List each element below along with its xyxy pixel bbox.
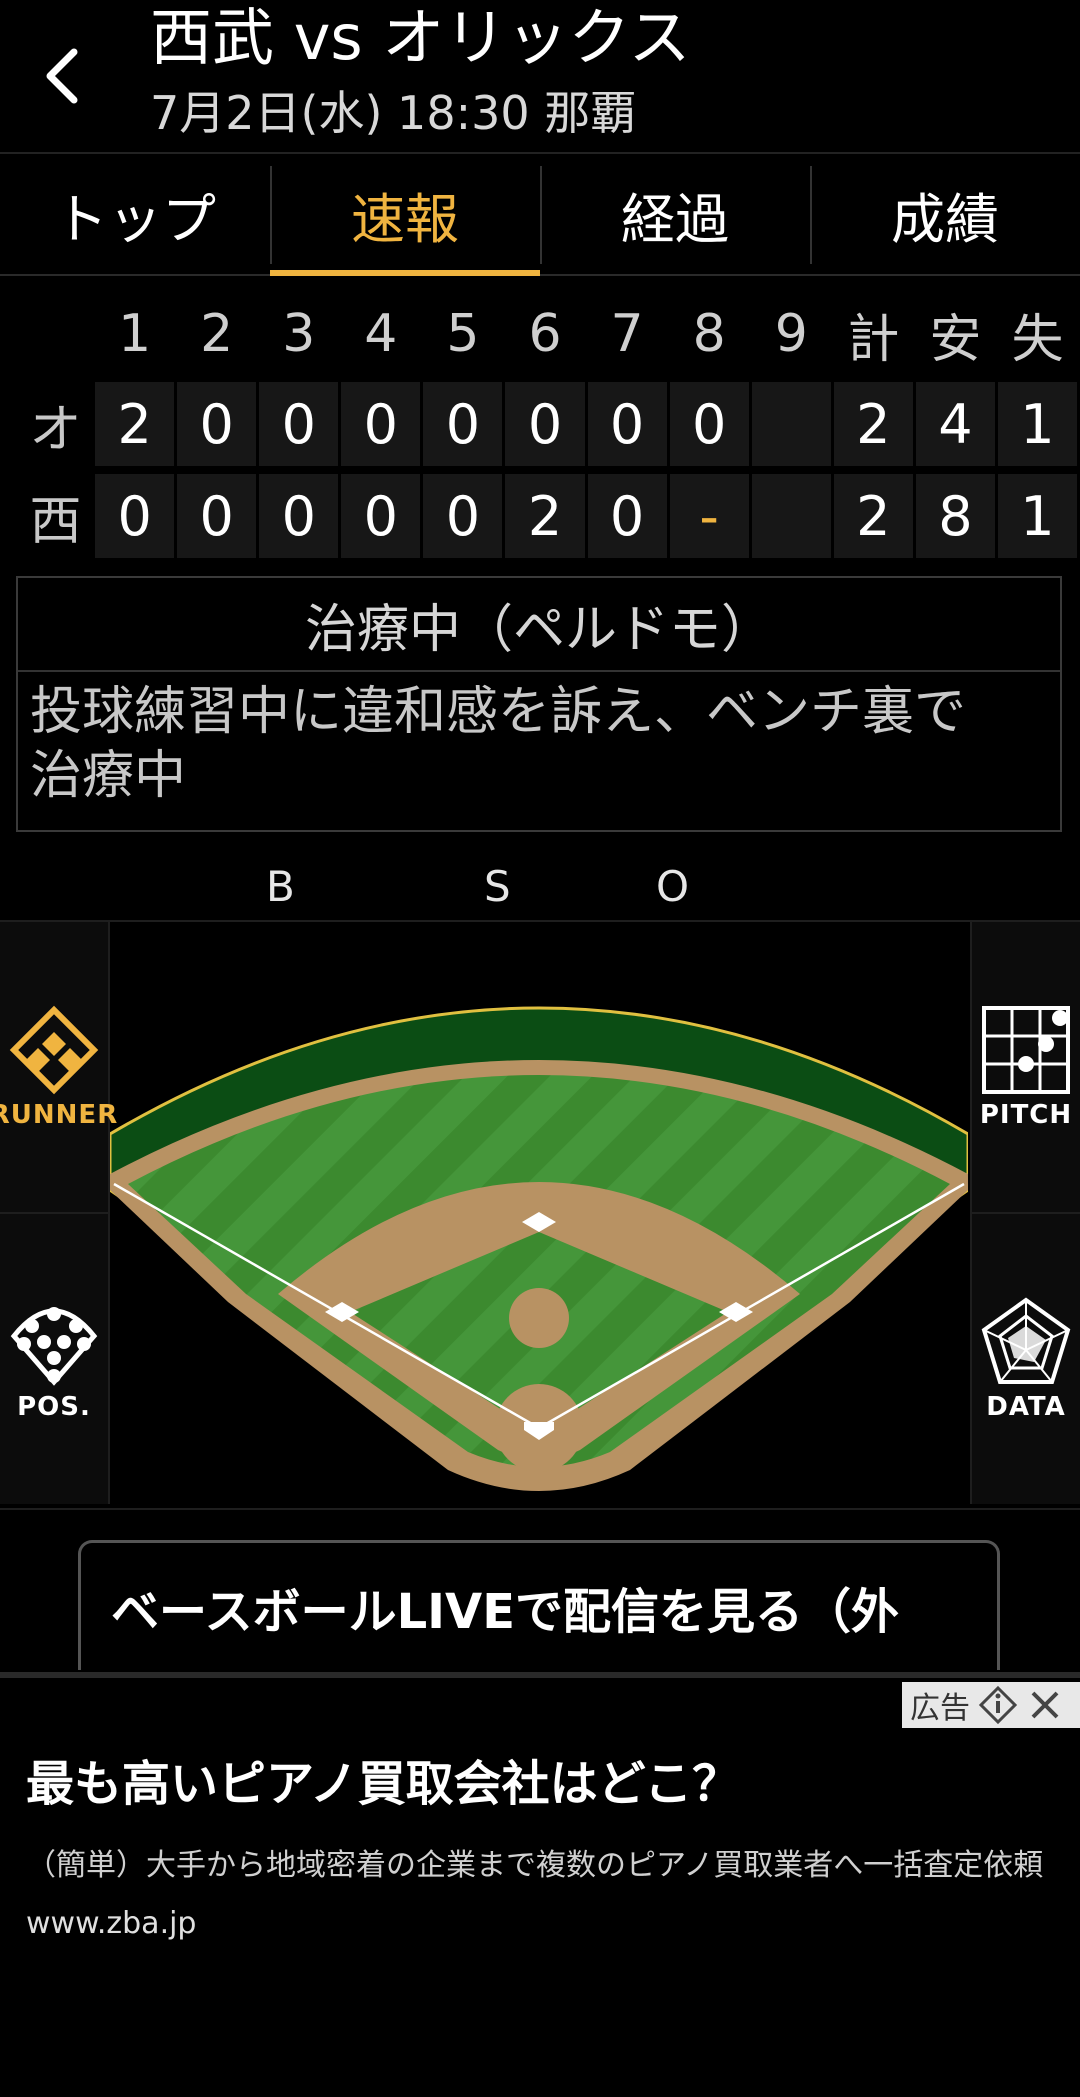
hits-cell: 8 <box>915 474 995 558</box>
score-cell: 0 <box>177 474 257 558</box>
baseball-field <box>110 1006 968 1491</box>
score-cell: 0 <box>423 382 503 466</box>
ad-badge-label: 広告 <box>910 1691 970 1726</box>
event-description-line: 投球練習中に違和感を訴え、ベンチ裏で <box>30 682 967 742</box>
team-label: 西 <box>29 491 82 552</box>
hits-cell: 4 <box>915 382 995 466</box>
total-runs-cell: 2 <box>833 382 913 466</box>
field-panel: RUNNER POS. PITCH DATA <box>0 920 1080 1510</box>
runner-button-label: RUNNER <box>0 1100 119 1130</box>
inning-header: 4 <box>364 304 398 364</box>
inning-header: 9 <box>774 304 808 364</box>
score-cell: - <box>669 474 749 558</box>
strike-label: S <box>484 862 511 911</box>
pitchers-mound <box>509 1288 569 1348</box>
total-runs-cell: 2 <box>833 474 913 558</box>
score-cell: 0 <box>587 382 667 466</box>
event-description: 投球練習中に違和感を訴え、ベンチ裏で 治療中 <box>18 672 1060 808</box>
runner-diamond-icon <box>9 1005 99 1095</box>
score-cell: 0 <box>259 474 339 558</box>
position-dots-icon <box>10 1307 98 1386</box>
ball-label: B <box>266 862 295 911</box>
tab-progress[interactable]: 経過 <box>540 154 810 274</box>
score-cell: 0 <box>669 382 749 466</box>
inning-header: 1 <box>118 304 152 364</box>
event-box: 治療中（ペルドモ） 投球練習中に違和感を訴え、ベンチ裏で 治療中 <box>16 576 1062 832</box>
data-button[interactable]: DATA <box>970 1214 1080 1504</box>
team-label: オ <box>29 399 82 460</box>
score-cell: 0 <box>341 382 421 466</box>
pitch-button[interactable]: PITCH <box>970 922 1080 1214</box>
total-runs-header: 計 <box>847 309 900 370</box>
ad-banner[interactable]: 広告 最も高いピアノ買取会社はどこ？ （簡単）大手から地域密着の企業まで複数のピ… <box>0 1680 1080 2097</box>
scoreboard-row-away: オ 2 0 0 0 0 0 0 0 2 4 1 <box>16 378 1080 470</box>
errors-cell: 1 <box>997 474 1078 558</box>
inning-header: 6 <box>528 304 562 364</box>
ad-description: （簡単）大手から地域密着の企業まで複数のピアノ買取業者へ一括査定依頼 <box>26 1848 1044 1883</box>
score-cell <box>751 382 831 466</box>
inning-header: 5 <box>446 304 480 364</box>
score-cell: 2 <box>505 474 585 558</box>
position-button[interactable]: POS. <box>0 1214 110 1504</box>
pitch-grid-icon <box>982 1006 1070 1094</box>
scoreboard-row-home: 西 0 0 0 0 0 2 0 - 2 8 1 <box>16 470 1080 562</box>
inning-header: 3 <box>282 304 316 364</box>
data-button-label: DATA <box>986 1392 1066 1422</box>
scoreboard-header-row: 1 2 3 4 5 6 7 8 9 計 安 失 <box>16 290 1080 378</box>
event-title: 治療中（ペルドモ） <box>18 578 1060 672</box>
back-button[interactable] <box>30 38 94 114</box>
event-description-line: 治療中 <box>30 746 187 806</box>
ad-url[interactable]: www.zba.jp <box>26 1906 196 1941</box>
close-icon[interactable] <box>1028 1688 1062 1722</box>
inning-header: 7 <box>610 304 644 364</box>
watch-live-button[interactable]: ベースボールLIVEで配信を見る（外 <box>78 1540 1000 1670</box>
score-cell: 2 <box>95 382 175 466</box>
score-cell: 0 <box>505 382 585 466</box>
radar-chart-icon <box>981 1297 1071 1384</box>
game-title: 西武 vs オリックス <box>150 1 691 74</box>
score-cell <box>751 474 831 558</box>
errors-header: 失 <box>1011 309 1064 370</box>
score-cell: 0 <box>259 382 339 466</box>
ad-title[interactable]: 最も高いピアノ買取会社はどこ？ <box>26 1744 740 1814</box>
score-cell: 0 <box>341 474 421 558</box>
tab-stats[interactable]: 成績 <box>810 154 1080 274</box>
game-datetime: 7月2日(水) 18:30 那覇 <box>150 86 637 140</box>
score-cell: 0 <box>587 474 667 558</box>
inning-header: 8 <box>692 304 726 364</box>
app-header: 西武 vs オリックス 7月2日(水) 18:30 那覇 <box>0 0 1080 154</box>
bso-indicator: B S O <box>0 852 1080 918</box>
scoreboard: 1 2 3 4 5 6 7 8 9 計 安 失 オ 2 0 0 0 0 0 0 … <box>16 290 1080 562</box>
ad-info-icon[interactable] <box>978 1685 1018 1725</box>
out-label: O <box>656 862 690 911</box>
ad-badge: 広告 <box>902 1682 1080 1728</box>
score-cell: 0 <box>423 474 503 558</box>
score-cell: 0 <box>177 382 257 466</box>
chevron-left-icon <box>46 48 78 104</box>
errors-cell: 1 <box>997 382 1078 466</box>
score-cell: 0 <box>95 474 175 558</box>
tab-bar: トップ 速報 経過 成績 <box>0 154 1080 276</box>
position-button-label: POS. <box>17 1392 91 1422</box>
inning-header: 2 <box>200 304 234 364</box>
runner-button[interactable]: RUNNER <box>0 922 117 1214</box>
tab-live[interactable]: 速報 <box>270 154 540 276</box>
tab-top[interactable]: トップ <box>0 154 270 274</box>
hits-header: 安 <box>929 309 982 370</box>
pitch-button-label: PITCH <box>979 1100 1073 1130</box>
divider <box>0 1672 1080 1678</box>
